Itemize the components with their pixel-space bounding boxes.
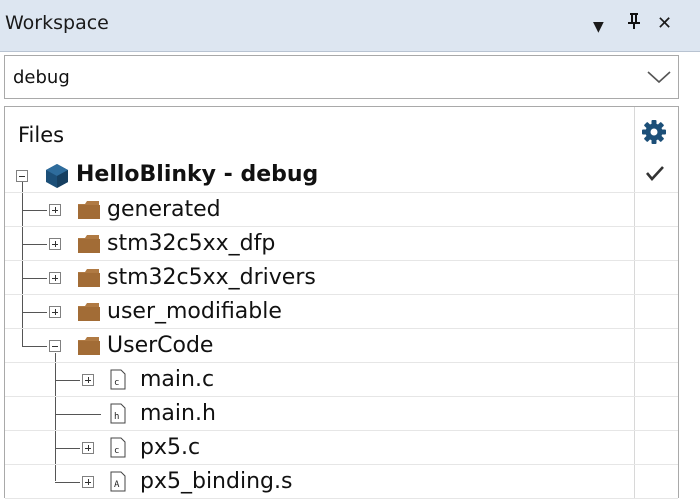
folder-row-generated[interactable]: generated [5, 193, 678, 227]
file-label: px5.c [140, 435, 201, 460]
pin-icon[interactable] [627, 12, 641, 37]
expand-icon[interactable] [82, 442, 94, 454]
expand-icon[interactable] [49, 204, 61, 216]
dropdown-arrow-icon[interactable]: ▼ [593, 15, 604, 39]
folder-label: generated [107, 197, 221, 222]
tree-connector [22, 210, 47, 211]
close-icon[interactable]: ✕ [657, 12, 672, 36]
project-root-label: HelloBlinky - debug [76, 162, 319, 187]
folder-icon [77, 336, 101, 356]
expand-icon[interactable] [49, 238, 61, 250]
folder-icon [77, 268, 101, 288]
tree-connector [22, 346, 47, 347]
folder-row-user-modifiable[interactable]: user_modifiable [5, 295, 678, 329]
tree-connector [55, 448, 80, 449]
folder-row-stm32c5xx-dfp[interactable]: stm32c5xx_dfp [5, 227, 678, 261]
configuration-dropdown[interactable]: debug [4, 55, 679, 99]
chevron-down-icon[interactable] [646, 69, 672, 89]
project-cube-icon [44, 162, 70, 194]
files-header: Files [18, 123, 65, 147]
file-row-px5-c[interactable]: c px5.c [5, 431, 678, 465]
tree-connector [22, 244, 47, 245]
h-file-icon: h [110, 403, 126, 424]
tree-connector [55, 414, 101, 415]
expand-icon[interactable] [82, 374, 94, 386]
folder-label: stm32c5xx_dfp [107, 231, 276, 256]
collapse-icon[interactable] [16, 170, 28, 182]
tree-connector [55, 380, 80, 381]
svg-text:h: h [114, 412, 119, 422]
file-label: main.h [140, 401, 216, 426]
file-label: main.c [140, 367, 215, 392]
c-file-icon: c [110, 437, 126, 458]
folder-row-stm32c5xx-drivers[interactable]: stm32c5xx_drivers [5, 261, 678, 295]
file-row-px5-binding-s[interactable]: A px5_binding.s [5, 465, 678, 499]
svg-text:A: A [114, 480, 120, 490]
folder-icon [77, 200, 101, 220]
expand-icon[interactable] [49, 272, 61, 284]
project-root-row[interactable]: HelloBlinky - debug [5, 159, 678, 193]
folder-icon [77, 302, 101, 322]
checkmark-icon [645, 164, 665, 186]
file-row-main-h[interactable]: h main.h [5, 397, 678, 431]
file-row-main-c[interactable]: c main.c [5, 363, 678, 397]
folder-label: stm32c5xx_drivers [107, 265, 316, 290]
folder-label: user_modifiable [107, 299, 282, 324]
tree-connector [55, 482, 80, 483]
c-file-icon: c [110, 369, 126, 390]
tree-connector [22, 312, 47, 313]
workspace-titlebar: Workspace ▼ ✕ [0, 0, 700, 52]
folder-row-usercode[interactable]: UserCode [5, 329, 678, 363]
files-tree: Files HelloBlinky - debug generated stm3… [4, 106, 679, 499]
svg-text:c: c [114, 446, 119, 456]
tree-connector [22, 278, 47, 279]
svg-text:c: c [114, 378, 119, 388]
collapse-icon[interactable] [49, 340, 61, 352]
expand-icon[interactable] [82, 476, 94, 488]
folder-label: UserCode [107, 333, 214, 358]
gear-icon[interactable] [641, 119, 667, 149]
folder-icon [77, 234, 101, 254]
panel-title: Workspace [5, 12, 109, 34]
configuration-value: debug [13, 67, 70, 88]
file-label: px5_binding.s [140, 469, 293, 494]
asm-file-icon: A [110, 471, 126, 492]
expand-icon[interactable] [49, 306, 61, 318]
